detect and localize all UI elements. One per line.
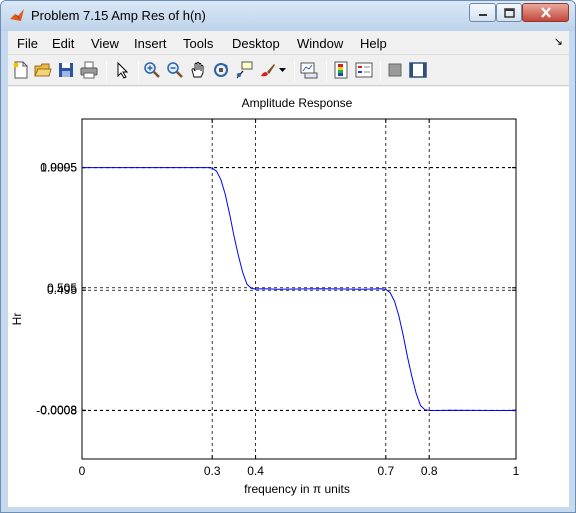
toolbar-separator: [380, 61, 381, 81]
new-figure-icon[interactable]: [12, 61, 30, 79]
pan-hand-icon[interactable]: [189, 61, 207, 79]
plot-area: Amplitude Response 0 0.3 0.4 0.7 0.8 1 -0.000…: [10, 96, 520, 496]
figure-canvas: Amplitude Response 0 0.3 0.4 0.7 0.8 1 -0.000…: [8, 87, 569, 507]
figure-toolbar: [8, 56, 569, 86]
hide-plot-tools-icon[interactable]: [386, 61, 404, 79]
menu-window[interactable]: Window: [297, 36, 343, 51]
menu-tools[interactable]: Tools: [183, 36, 213, 51]
menu-edit[interactable]: Edit: [52, 36, 74, 51]
figure-client: File Edit View Insert Tools Desktop Wind…: [8, 31, 569, 507]
close-icon: [540, 7, 551, 18]
x-tick-label: 0.7: [377, 464, 394, 478]
minimize-icon: [478, 13, 487, 16]
x-tick-label: 0.3: [204, 464, 221, 478]
matlab-figure-icon: [10, 9, 24, 21]
brush-icon[interactable]: [258, 61, 276, 79]
rotate-3d-icon[interactable]: [212, 61, 230, 79]
x-tick-labels: 0 0.3 0.4 0.7 0.8 1: [79, 464, 520, 478]
brush-dropdown-icon[interactable]: [279, 68, 286, 73]
menu-insert[interactable]: Insert: [134, 36, 167, 51]
minimize-button[interactable]: [469, 3, 496, 22]
zoom-in-icon[interactable]: [143, 61, 161, 79]
window-title: Problem 7.15 Amp Res of h(n): [31, 8, 206, 23]
dock-arrow-icon[interactable]: ↘: [554, 35, 563, 48]
close-button[interactable]: [522, 3, 569, 22]
zoom-out-icon[interactable]: [166, 61, 184, 79]
menu-help[interactable]: Help: [360, 36, 387, 51]
print-icon[interactable]: [80, 61, 98, 79]
menu-desktop[interactable]: Desktop: [232, 36, 280, 51]
maximize-button[interactable]: [496, 3, 522, 22]
chart-title: Amplitude Response: [242, 96, 353, 110]
insert-legend-icon[interactable]: [355, 61, 373, 79]
menu-file[interactable]: File: [17, 36, 38, 51]
title-bar[interactable]: Problem 7.15 Amp Res of h(n): [1, 1, 575, 31]
y-tick-label: 0.0008: [40, 403, 77, 417]
toolbar-separator: [294, 61, 295, 81]
show-plot-tools-icon[interactable]: [409, 61, 427, 79]
menu-view[interactable]: View: [91, 36, 119, 51]
x-tick-label: 0.4: [247, 464, 264, 478]
x-tick-label: 0.8: [421, 464, 438, 478]
insert-colorbar-icon[interactable]: [332, 61, 350, 79]
y-tick-label: 0.505: [47, 281, 77, 295]
figure-window: Problem 7.15 Amp Res of h(n) File Edit V…: [0, 0, 576, 513]
open-file-icon[interactable]: [34, 61, 52, 79]
maximize-icon: [503, 7, 515, 18]
x-tick-label: 1: [513, 464, 520, 478]
save-icon[interactable]: [57, 61, 75, 79]
menu-bar: File Edit View Insert Tools Desktop Wind…: [8, 31, 569, 55]
y-axis-label: Hr: [10, 313, 24, 326]
y-tick-labels: -0.00080.00080.4950.5050.99951.0005: [36, 160, 77, 417]
edit-plot-arrow-icon[interactable]: [113, 61, 131, 79]
toolbar-separator: [106, 61, 107, 81]
x-axis-label: frequency in π units: [244, 482, 350, 496]
y-tick-label: 1.0005: [40, 160, 77, 174]
link-plot-icon[interactable]: [300, 61, 318, 79]
x-tick-label: 0: [79, 464, 86, 478]
toolbar-separator: [326, 61, 327, 81]
toolbar-separator: [138, 61, 139, 81]
data-cursor-icon[interactable]: [235, 61, 253, 79]
